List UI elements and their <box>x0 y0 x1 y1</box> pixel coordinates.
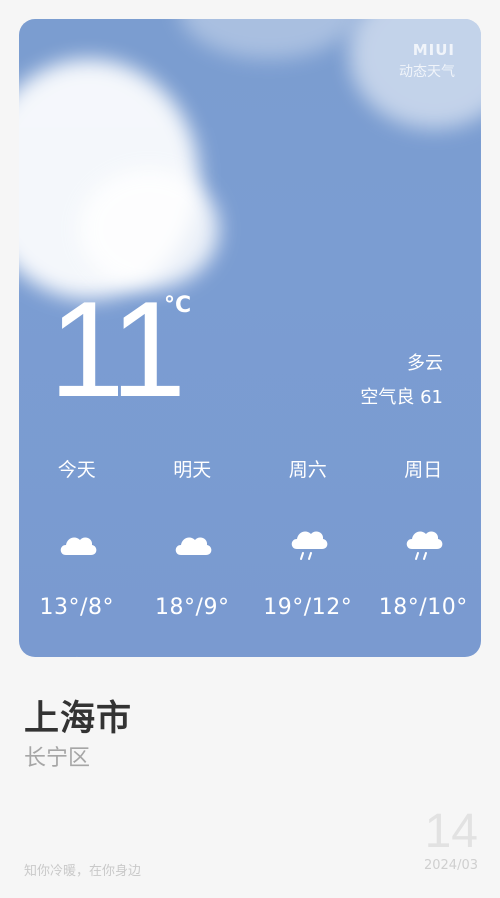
forecast-day: 今天 13°/8° 良 <box>19 451 135 657</box>
brand-subtitle: 动态天气 <box>399 64 455 80</box>
forecast-temp-range: 13°/8° <box>39 595 114 620</box>
forecast-day: 周日 18°/10° 优 <box>366 451 482 657</box>
forecast-aqi: 优 <box>366 651 482 657</box>
brand-watermark: MIUI 动态天气 <box>399 41 455 81</box>
forecast-row: 今天 13°/8° 良 明天 18°/9° 优 周六 19°/12° 优 <box>19 451 481 657</box>
temperature-unit: °C <box>164 293 192 318</box>
date-day: 14 <box>424 805 478 858</box>
forecast-day-name: 周日 <box>404 459 443 481</box>
current-temperature: 11 <box>49 273 186 425</box>
cloud-top-decoration <box>179 19 359 59</box>
forecast-temp-range: 18°/9° <box>155 595 230 620</box>
cloud-left-decoration-2 <box>79 169 219 289</box>
forecast-day-name: 明天 <box>173 459 212 481</box>
forecast-day-name: 周六 <box>288 459 327 481</box>
forecast-temp-range: 19°/12° <box>263 595 353 620</box>
cloud-icon <box>176 537 212 555</box>
forecast-day-name: 今天 <box>57 459 96 481</box>
forecast-day: 明天 18°/9° 优 <box>135 451 251 657</box>
weather-condition: 多云 <box>407 353 443 374</box>
forecast-day: 周六 19°/12° 优 <box>250 451 366 657</box>
air-quality: 空气良 61 <box>360 387 443 408</box>
brand-name: MIUI <box>412 41 455 59</box>
forecast-aqi: 良 <box>19 651 135 657</box>
city-name[interactable]: 上海市 <box>24 690 132 741</box>
district-name: 长宁区 <box>24 746 91 771</box>
rain-cloud-icon <box>291 531 328 560</box>
date-year-month: 2024/03 <box>423 858 478 873</box>
cloud-icon <box>60 537 97 555</box>
tagline: 知你冷暖，在你身边 <box>24 864 142 879</box>
rain-cloud-icon <box>407 531 443 560</box>
forecast-aqi: 优 <box>135 651 251 657</box>
forecast-aqi: 优 <box>250 651 366 657</box>
forecast-temp-range: 18°/10° <box>378 595 468 620</box>
weather-card[interactable]: MIUI 动态天气 11 °C 多云 空气良 61 今天 13°/8° 良 明天… <box>19 19 481 657</box>
